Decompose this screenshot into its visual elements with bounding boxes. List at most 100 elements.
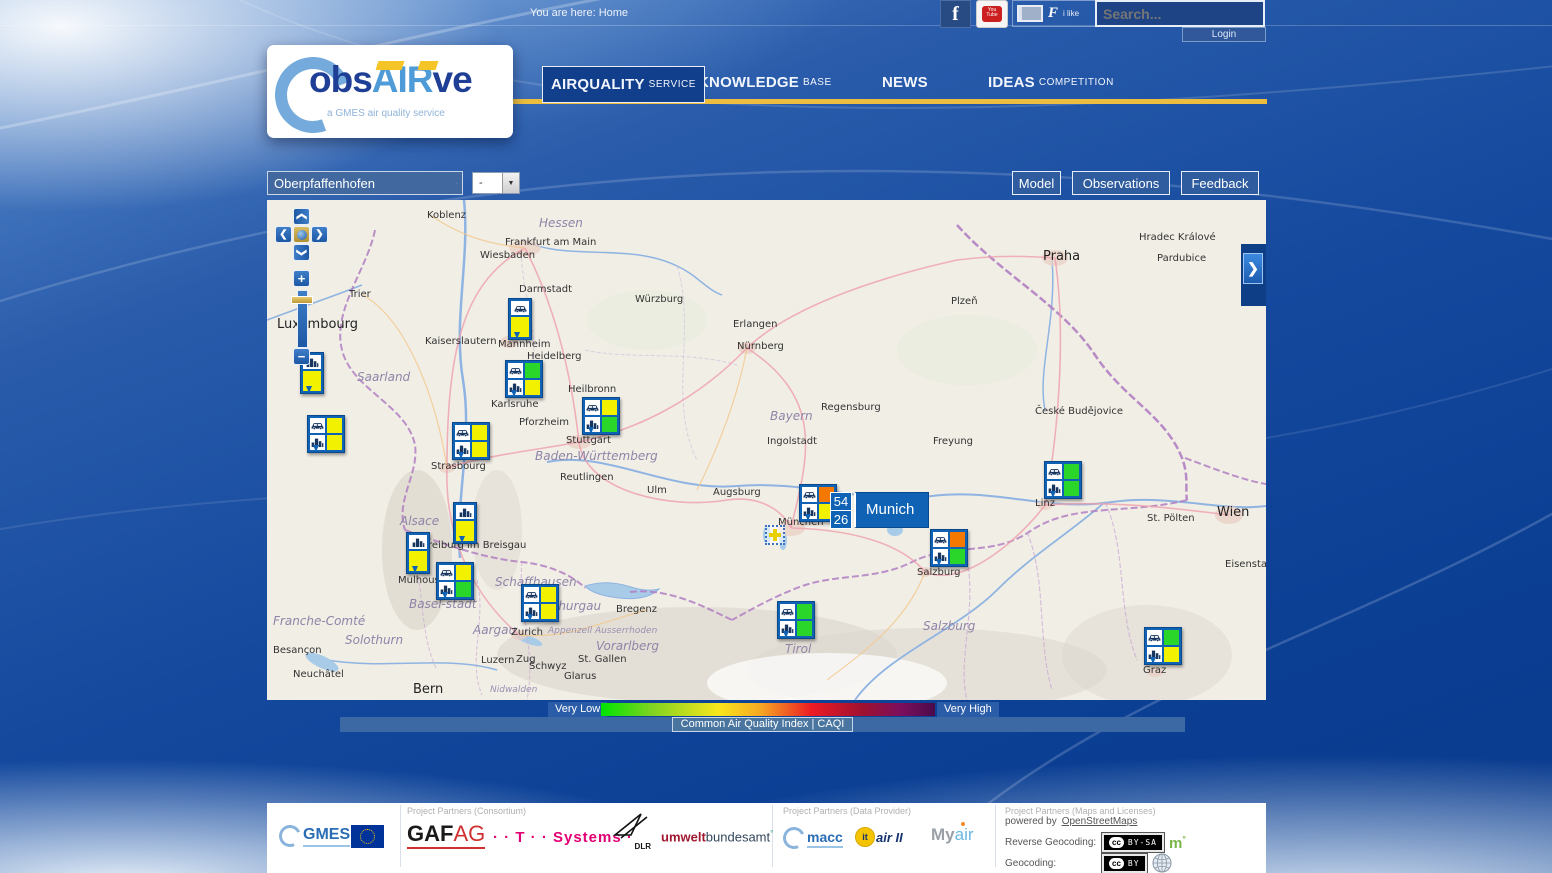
eu-flag-logo[interactable]: [351, 825, 384, 848]
map-place-label: Bern: [413, 682, 443, 697]
map-place-label: Trier: [349, 289, 371, 300]
caqi-color-cell: [541, 604, 556, 619]
model-button[interactable]: Model: [1012, 171, 1061, 195]
site-search[interactable]: [1095, 0, 1265, 27]
logo-yellow-accent: [418, 61, 439, 70]
car-icon: [455, 425, 470, 440]
site-search-input[interactable]: [1097, 6, 1305, 22]
munich-tooltip[interactable]: 54 26 Munich: [830, 492, 929, 529]
zoom-in-button[interactable]: [293, 270, 310, 287]
feedback-button[interactable]: Feedback: [1181, 171, 1259, 195]
tab-news[interactable]: NEWS: [874, 66, 940, 99]
screen-icon: [1017, 5, 1043, 22]
map-marker-karlsruhe[interactable]: [505, 360, 543, 398]
tab-ideas-competition[interactable]: IDEASCOMPETITION: [980, 66, 1122, 99]
youtube-button[interactable]: You Tube: [976, 0, 1008, 28]
map-place-label: Salzburg: [923, 619, 975, 633]
map-marker-freiburg[interactable]: [453, 502, 477, 544]
pan-home-globe-button[interactable]: [293, 226, 310, 243]
macc-swoosh-icon: [780, 824, 808, 852]
map-marker-innsbruck[interactable]: [777, 601, 815, 639]
gmes-logo[interactable]: GMES: [279, 825, 350, 847]
location-search[interactable]: [267, 171, 463, 195]
marker-layer: [267, 200, 1266, 700]
marker-pointer: [313, 445, 319, 459]
map-place-label: Freyung: [933, 436, 973, 447]
caqi-traffic-value: 54: [831, 493, 851, 511]
topbar-divider: [0, 25, 1552, 26]
dlr-logo[interactable]: DLR: [611, 811, 651, 851]
map-place-label: Koblenz: [427, 210, 466, 221]
map-marker-salzburg[interactable]: [930, 529, 968, 567]
tab-airquality-service[interactable]: AIRQUALITYSERVICE: [542, 66, 705, 103]
map-place-label: Heilbronn: [568, 384, 616, 395]
marker-pointer: [936, 559, 942, 573]
location-dropdown[interactable]: - ▼: [472, 172, 520, 194]
map-place-label: Darmstadt: [519, 284, 572, 295]
map-canvas[interactable]: KoblenzHessenFrankfurt am MainWiesbadenD…: [267, 200, 1266, 700]
mapquest-icon: m: [1169, 834, 1186, 852]
car-icon: [780, 604, 795, 619]
map-place-label: Pforzheim: [519, 417, 569, 428]
login-button[interactable]: Login: [1182, 27, 1266, 42]
pan-down-button[interactable]: [293, 244, 310, 261]
maps-licenses-title: Project Partners (Maps and Licenses): [1005, 806, 1156, 816]
search-icon[interactable]: [456, 176, 457, 191]
map-marker-strasbourg[interactable]: [452, 422, 490, 460]
myair-logo[interactable]: Myair: [931, 825, 974, 845]
breadcrumb[interactable]: You are here: Home: [530, 7, 628, 19]
cc-by-badge[interactable]: cc BY: [1102, 854, 1147, 873]
map-marker-linz[interactable]: [1044, 461, 1082, 499]
marker-pointer: [306, 386, 312, 400]
chevron-down-icon[interactable]: ▼: [502, 173, 519, 193]
provider-title: Project Partners (Data Provider): [783, 806, 911, 816]
legend-very-low-label: Very Low: [548, 702, 607, 717]
cc-by-sa-badge[interactable]: cc BY-SA: [1102, 833, 1164, 852]
caqi-color-cell: [456, 565, 471, 580]
map-marker-mannheim[interactable]: [508, 298, 532, 340]
map-place-label: Neuchâtel: [293, 669, 344, 680]
open-panel-button[interactable]: [1243, 253, 1263, 284]
facebook-button[interactable]: f: [940, 0, 971, 28]
macc-logo[interactable]: macc: [783, 827, 843, 849]
map-place-label: Hessen: [539, 216, 583, 230]
zoom-out-button[interactable]: [293, 348, 310, 365]
map-marker-basel[interactable]: [436, 562, 474, 600]
map-marker-stuttgart[interactable]: [582, 397, 620, 435]
zoom-slider-handle[interactable]: [291, 296, 313, 304]
like-widget[interactable]: F i like: [1012, 0, 1100, 27]
location-search-input[interactable]: [268, 176, 456, 191]
map-place-label: Praha: [1043, 249, 1080, 264]
caqi-color-cell: [1064, 464, 1079, 479]
logo-tagline: a GMES air quality service: [327, 108, 445, 119]
gaf-ag-logo[interactable]: GAFAG: [407, 821, 485, 849]
observations-button[interactable]: Observations: [1072, 171, 1170, 195]
umweltbundesamt-logo[interactable]: umweltbundesamt°: [661, 829, 773, 844]
car-icon: [1147, 630, 1162, 645]
obsairve-logo[interactable]: obsAIRve a GMES air quality service: [267, 45, 513, 138]
map-marker-nancy[interactable]: [307, 415, 345, 453]
caqi-gradient-bar: [601, 703, 935, 716]
globe-icon: [297, 230, 307, 240]
geocode-crosshair-icon: [765, 525, 785, 545]
map-place-label: Pardubice: [1157, 253, 1206, 264]
caqi-color-cell: [327, 435, 342, 450]
map-place-label: Solothurn: [345, 633, 403, 647]
map-marker-graz[interactable]: [1144, 627, 1182, 665]
map-marker-zurich[interactable]: [521, 584, 559, 622]
footer-divider: [995, 805, 996, 867]
pan-right-button[interactable]: [311, 226, 328, 243]
dlr-wing-icon: [611, 811, 651, 841]
pan-up-button[interactable]: [293, 208, 310, 225]
openstreetmaps-link[interactable]: OpenStreetMaps: [1062, 816, 1138, 827]
citeair-logo[interactable]: it air II: [855, 827, 903, 847]
map-place-label: Ulm: [647, 485, 667, 496]
map-place-label: Baden-Württemberg: [535, 449, 658, 463]
geocoding-label: Geocoding:: [1005, 858, 1097, 869]
pan-left-button[interactable]: [275, 226, 292, 243]
map-marker-mulhouse[interactable]: [406, 532, 430, 574]
marker-pointer: [527, 614, 533, 628]
marker-pointer: [1050, 491, 1056, 505]
tab-knowledge-base[interactable]: KNOWLEDGEBASE: [690, 66, 840, 99]
map-place-label: Saarland: [357, 370, 410, 384]
